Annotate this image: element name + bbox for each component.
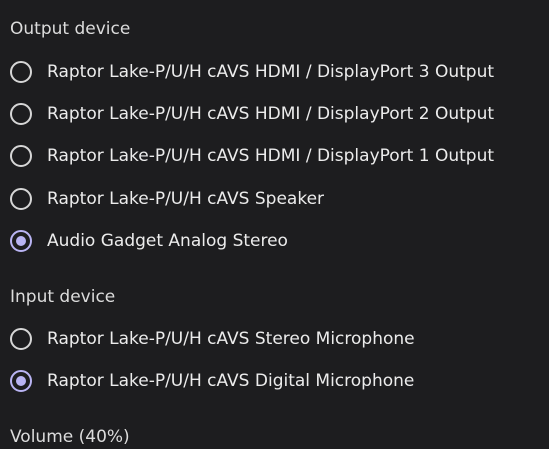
radio-button[interactable] bbox=[10, 103, 32, 125]
output-device-option-label: Raptor Lake-P/U/H cAVS HDMI / DisplayPor… bbox=[47, 62, 495, 82]
output-device-option-label: Raptor Lake-P/U/H cAVS Speaker bbox=[47, 189, 325, 209]
radio-button[interactable] bbox=[10, 188, 32, 210]
input-device-option-label: Raptor Lake-P/U/H cAVS Digital Microphon… bbox=[47, 371, 415, 391]
radio-button[interactable] bbox=[10, 61, 32, 83]
output-device-title: Output device bbox=[10, 19, 131, 39]
radio-button[interactable] bbox=[10, 328, 32, 350]
input-device-title: Input device bbox=[10, 287, 116, 307]
volume-title: Volume (40%) bbox=[10, 427, 130, 447]
output-device-option-4[interactable]: Raptor Lake-P/U/H cAVS Speaker bbox=[10, 185, 324, 213]
input-device-option-1[interactable]: Raptor Lake-P/U/H cAVS Stereo Microphone bbox=[10, 325, 415, 353]
output-device-option-label: Raptor Lake-P/U/H cAVS HDMI / DisplayPor… bbox=[47, 146, 495, 166]
output-device-option-3[interactable]: Raptor Lake-P/U/H cAVS HDMI / DisplayPor… bbox=[10, 142, 494, 170]
output-device-option-label: Raptor Lake-P/U/H cAVS HDMI / DisplayPor… bbox=[47, 104, 495, 124]
radio-button[interactable] bbox=[10, 145, 32, 167]
input-device-option-2[interactable]: Raptor Lake-P/U/H cAVS Digital Microphon… bbox=[10, 367, 414, 395]
output-device-option-5[interactable]: Audio Gadget Analog Stereo bbox=[10, 227, 288, 255]
output-device-option-label: Audio Gadget Analog Stereo bbox=[47, 231, 288, 251]
radio-button-checked[interactable] bbox=[10, 230, 32, 252]
output-device-option-2[interactable]: Raptor Lake-P/U/H cAVS HDMI / DisplayPor… bbox=[10, 100, 494, 128]
input-device-option-label: Raptor Lake-P/U/H cAVS Stereo Microphone bbox=[47, 329, 415, 349]
radio-button-checked[interactable] bbox=[10, 370, 32, 392]
output-device-option-1[interactable]: Raptor Lake-P/U/H cAVS HDMI / DisplayPor… bbox=[10, 58, 494, 86]
